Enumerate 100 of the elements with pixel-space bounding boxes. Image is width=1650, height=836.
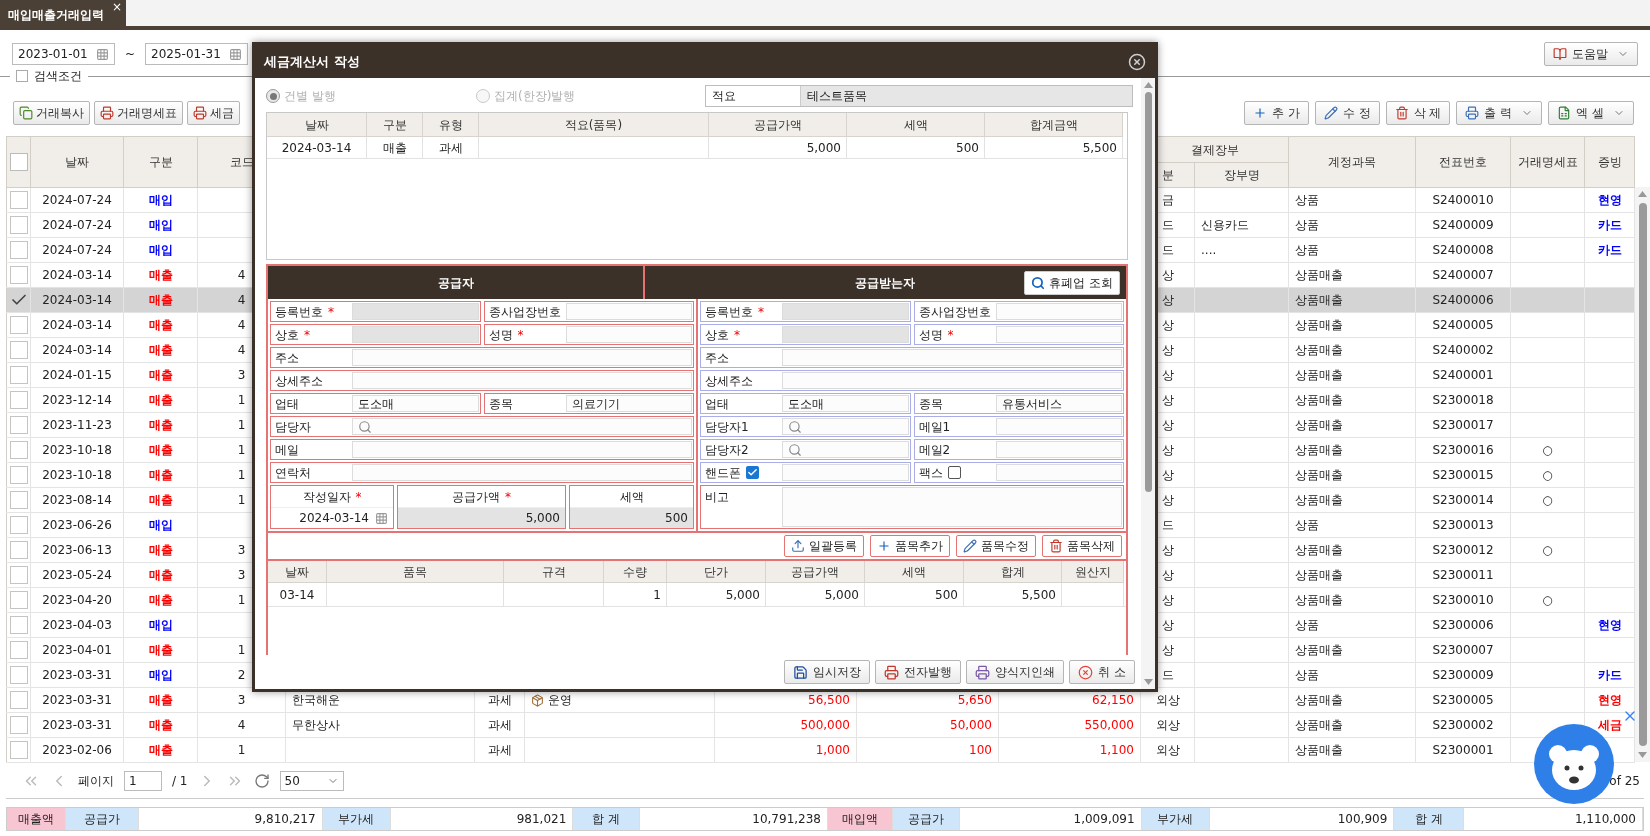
input-field[interactable]: 유통서비스 bbox=[995, 395, 1122, 412]
input-field[interactable]: 도소매 bbox=[782, 395, 909, 412]
input-field[interactable] bbox=[995, 326, 1122, 343]
row-checkbox[interactable] bbox=[9, 566, 28, 585]
select-all-checkbox[interactable] bbox=[9, 153, 28, 172]
row-checkbox[interactable] bbox=[9, 241, 28, 260]
toolbar-button[interactable]: 세금 bbox=[187, 101, 240, 125]
input-field[interactable] bbox=[995, 464, 1122, 481]
input-field[interactable] bbox=[995, 303, 1122, 320]
toolbar-button[interactable]: 추 가 bbox=[1243, 101, 1309, 125]
row-checkbox[interactable] bbox=[9, 516, 28, 535]
input-field[interactable] bbox=[352, 372, 692, 389]
search-icon[interactable] bbox=[788, 419, 802, 434]
row-checkbox[interactable] bbox=[9, 666, 28, 685]
row-checkbox[interactable] bbox=[9, 341, 28, 360]
calendar-icon[interactable] bbox=[229, 47, 243, 61]
toolbar-button[interactable]: 출 력 bbox=[1456, 101, 1543, 125]
page-input[interactable]: 1 bbox=[124, 770, 162, 791]
item-button[interactable]: 품목추가 bbox=[870, 535, 950, 557]
field-label: 메일2 bbox=[918, 441, 951, 459]
date-field[interactable]: 2025-01-31 bbox=[145, 43, 249, 65]
scroll-down-icon[interactable] bbox=[1143, 679, 1153, 685]
table-cell: 매출 bbox=[123, 562, 198, 588]
input-field[interactable] bbox=[782, 349, 1122, 366]
tab[interactable]: 매입매출거래입력 × bbox=[0, 0, 126, 26]
row-checkbox[interactable] bbox=[9, 191, 28, 210]
row-checkbox[interactable] bbox=[9, 541, 28, 560]
row-checkbox[interactable] bbox=[9, 716, 28, 735]
row-checkbox[interactable] bbox=[9, 216, 28, 235]
table-cell: ○ bbox=[1510, 437, 1585, 463]
help-button[interactable]: 도움말 bbox=[1544, 42, 1638, 66]
scrollbar[interactable] bbox=[1141, 78, 1155, 689]
checkbox[interactable] bbox=[746, 466, 759, 479]
item-button[interactable]: 일괄등록 bbox=[784, 535, 864, 557]
input-field[interactable] bbox=[782, 487, 1122, 527]
page-size-select[interactable]: 50 bbox=[279, 770, 344, 791]
table-cell: 50,000 bbox=[856, 712, 999, 738]
table-cell: 현영 bbox=[1584, 687, 1635, 713]
input-field[interactable]: 도소매 bbox=[352, 395, 479, 412]
dialog-button[interactable]: 임시저장 bbox=[784, 660, 871, 684]
scroll-down-icon[interactable] bbox=[1638, 752, 1647, 758]
item-button[interactable]: 품목삭제 bbox=[1042, 535, 1122, 557]
row-checkbox[interactable] bbox=[9, 741, 28, 760]
dialog-button[interactable]: 취 소 bbox=[1069, 660, 1135, 684]
checkbox[interactable] bbox=[947, 466, 961, 479]
close-icon[interactable] bbox=[1128, 52, 1146, 71]
input-field[interactable]: 의료기기 bbox=[565, 395, 692, 412]
row-checkbox[interactable] bbox=[9, 641, 28, 660]
table-cell: S2400007 bbox=[1415, 262, 1511, 288]
input-field[interactable] bbox=[352, 349, 692, 366]
toolbar-button[interactable]: 거래복사 bbox=[13, 101, 90, 125]
scroll-up-icon[interactable] bbox=[1638, 191, 1647, 197]
item-button[interactable]: 품목수정 bbox=[956, 535, 1036, 557]
row-checkbox[interactable] bbox=[9, 416, 28, 435]
summary-label: 매출액 bbox=[7, 808, 66, 830]
scrollbar[interactable] bbox=[1635, 187, 1650, 762]
search-icon[interactable] bbox=[358, 419, 372, 434]
row-checkbox[interactable] bbox=[9, 316, 28, 335]
toolbar-button[interactable]: 삭 제 bbox=[1385, 101, 1451, 125]
dialog-button[interactable]: 전자발행 bbox=[875, 660, 962, 684]
field-label: 작성일자 * bbox=[301, 488, 363, 506]
search-toggle-checkbox[interactable] bbox=[16, 70, 28, 82]
toolbar-button[interactable]: 엑 셀 bbox=[1548, 101, 1634, 125]
scrollbar-thumb[interactable] bbox=[1144, 92, 1152, 492]
search-icon[interactable] bbox=[788, 442, 802, 457]
input-field[interactable] bbox=[782, 372, 1122, 389]
row-checkbox[interactable] bbox=[9, 616, 28, 635]
input-field[interactable] bbox=[565, 303, 692, 320]
scrollbar-thumb[interactable] bbox=[1638, 203, 1647, 746]
calendar-icon[interactable] bbox=[375, 511, 388, 525]
input-field[interactable] bbox=[565, 326, 692, 343]
row-checkbox[interactable] bbox=[9, 591, 28, 610]
row-checkbox[interactable] bbox=[9, 266, 28, 285]
table-cell: 100 bbox=[856, 737, 999, 763]
input-field[interactable] bbox=[352, 441, 692, 458]
row-checkbox[interactable] bbox=[9, 491, 28, 510]
input-field[interactable] bbox=[782, 464, 909, 481]
calendar-icon[interactable] bbox=[96, 47, 109, 61]
printer-icon bbox=[1465, 106, 1480, 120]
refresh-icon[interactable] bbox=[253, 772, 270, 789]
input-field[interactable] bbox=[782, 418, 909, 435]
tab-close[interactable]: × bbox=[111, 0, 122, 14]
row-checkbox[interactable] bbox=[9, 366, 28, 385]
toolbar-button[interactable]: 수 정 bbox=[1314, 101, 1380, 125]
date-field[interactable]: 2023-01-01 bbox=[12, 43, 115, 65]
row-checkbox[interactable] bbox=[9, 391, 28, 410]
input-field[interactable]: 테스트품목 bbox=[800, 86, 1132, 106]
table-row[interactable]: 2023-03-31 매출 4 무한상사 과세 500,000 50,000 550,000 외상 상품매출 S2300002 세금 bbox=[6, 712, 1635, 738]
lookup-button[interactable]: 휴폐업 조회 bbox=[1024, 270, 1120, 295]
row-checkbox[interactable] bbox=[9, 691, 28, 710]
input-field[interactable] bbox=[352, 464, 692, 481]
scroll-up-icon[interactable] bbox=[1143, 82, 1153, 88]
row-checkbox[interactable] bbox=[9, 441, 28, 460]
input-field[interactable] bbox=[782, 441, 909, 458]
row-checkbox[interactable] bbox=[9, 466, 28, 485]
input-field[interactable] bbox=[995, 418, 1122, 435]
input-field[interactable] bbox=[352, 418, 692, 435]
input-field[interactable] bbox=[995, 441, 1122, 458]
dialog-button[interactable]: 양식지인쇄 bbox=[966, 660, 1065, 684]
toolbar-button[interactable]: 거래명세표 bbox=[94, 101, 183, 125]
